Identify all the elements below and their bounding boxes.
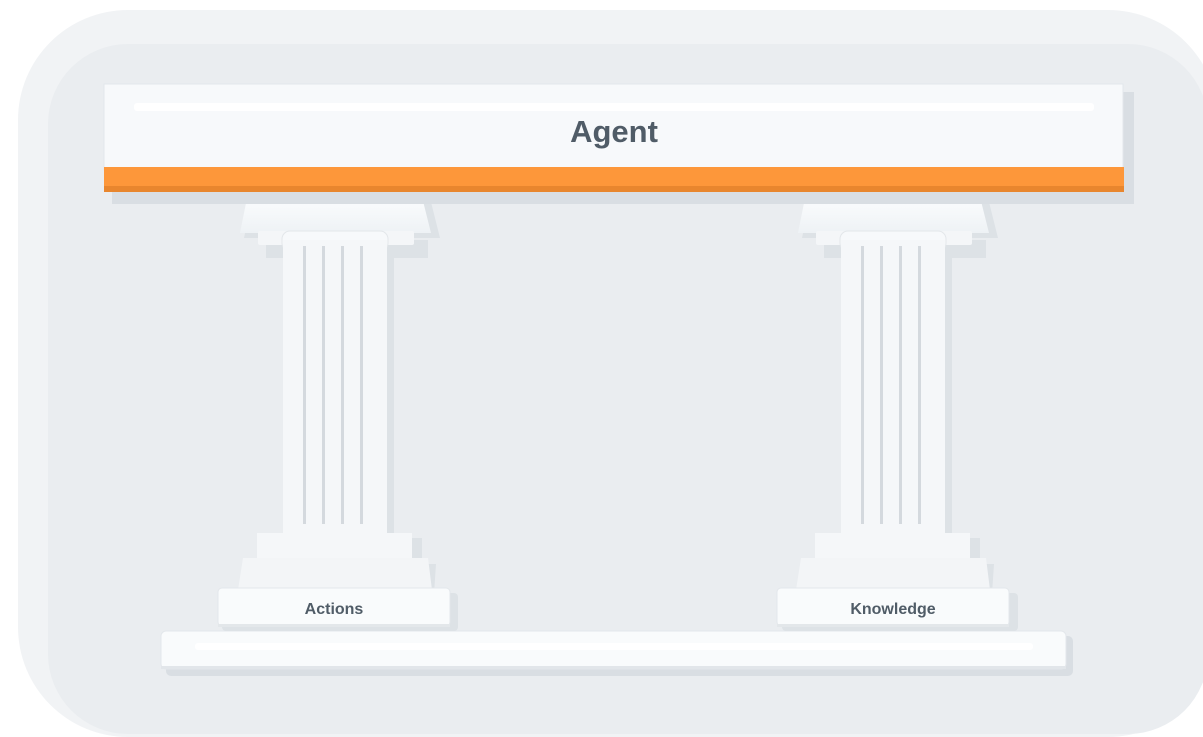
- pillars-diagram: Actions Knowledge Agent: [0, 0, 1203, 737]
- pillar-label-actions: Actions: [305, 601, 364, 618]
- pillar-label-knowledge: Knowledge: [850, 601, 935, 618]
- roof-label-agent: Agent: [570, 114, 658, 149]
- roof-beam: Agent: [103, 83, 1134, 204]
- base-slab: [160, 630, 1073, 676]
- diagram-canvas: Actions Knowledge Agent: [18, 10, 1203, 737]
